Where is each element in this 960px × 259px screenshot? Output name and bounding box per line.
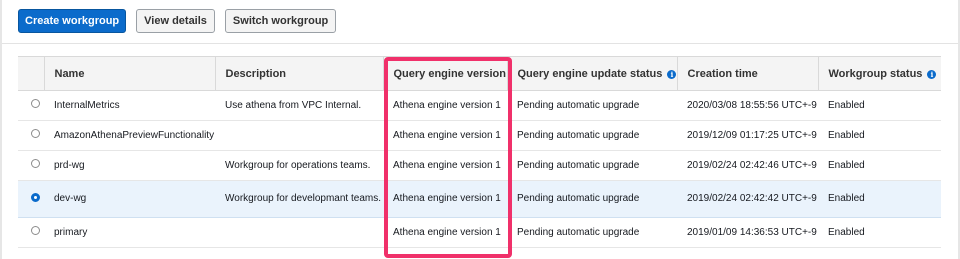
row-radio-button[interactable]: [31, 129, 40, 138]
creation-time: 2019/02/24 02:42:42 UTC+-9: [677, 180, 818, 218]
row-select-cell: [18, 120, 44, 151]
table-row[interactable]: dev-wg Workgroup for developmant teams. …: [18, 180, 941, 218]
row-radio-button[interactable]: [31, 99, 40, 108]
workgroup-name: dev-wg: [44, 180, 215, 218]
update-status: Pending automatic upgrade: [507, 90, 677, 121]
panel-border-left: [0, 0, 2, 259]
workgroup-name: AmazonAthenaPreviewFunctionality: [44, 120, 215, 151]
select-column-header: [18, 56, 45, 91]
workgroup-status: Enabled: [818, 90, 941, 121]
engine-version: Athena engine version 1: [383, 120, 507, 151]
row-radio-button[interactable]: [31, 192, 40, 202]
update-status-header-label: Query engine update status: [517, 67, 663, 80]
workgroup-status: Enabled: [818, 150, 941, 181]
workgroup-description: Workgroup for developmant teams.: [215, 180, 383, 218]
info-icon[interactable]: i: [927, 69, 937, 79]
create-workgroup-button[interactable]: Create workgroup: [18, 9, 127, 33]
update-status: Pending automatic upgrade: [507, 150, 677, 181]
table-row[interactable]: AmazonAthenaPreviewFunctionality Athena …: [18, 120, 941, 151]
workgroup-name: primary: [44, 217, 215, 248]
workgroup-status: Enabled: [818, 180, 941, 218]
workgroup-description: Workgroup for operations teams.: [215, 150, 383, 181]
row-select-cell: [18, 90, 44, 121]
toolbar: Create workgroup View details Switch wor…: [18, 9, 337, 33]
update-status: Pending automatic upgrade: [507, 120, 677, 151]
creation-time: 2020/03/08 18:55:56 UTC+-9: [677, 90, 818, 121]
creation-time: 2019/12/09 01:17:25 UTC+-9: [677, 120, 818, 151]
switch-workgroup-button[interactable]: Switch workgroup: [224, 9, 337, 33]
update-status: Pending automatic upgrade: [507, 217, 677, 248]
name-column-header[interactable]: Name: [44, 56, 216, 91]
workgroup-status: Enabled: [818, 217, 941, 248]
workgroup-status: Enabled: [818, 120, 941, 151]
workgroup-name: InternalMetrics: [44, 90, 215, 121]
description-column-header[interactable]: Description: [215, 56, 384, 91]
workgroups-panel: Create workgroup View details Switch wor…: [0, 0, 960, 259]
creation-time: 2019/01/09 14:36:53 UTC+-9: [677, 217, 818, 248]
view-details-button[interactable]: View details: [136, 9, 215, 33]
row-radio-button[interactable]: [31, 226, 40, 235]
row-select-cell: [18, 217, 44, 248]
table-header-row: Name Description Query engine version Qu…: [18, 56, 941, 91]
toolbar-divider: [2, 43, 958, 44]
update-status-column-header[interactable]: Query engine update status i: [507, 56, 678, 91]
creation-time-column-header[interactable]: Creation time: [677, 56, 819, 91]
workgroup-status-column-header[interactable]: Workgroup status i: [818, 56, 941, 91]
table-row[interactable]: prd-wg Workgroup for operations teams. A…: [18, 150, 941, 181]
engine-version: Athena engine version 1: [383, 217, 507, 248]
row-select-cell: [18, 150, 44, 181]
info-icon[interactable]: i: [667, 69, 677, 79]
workgroups-table: Name Description Query engine version Qu…: [18, 56, 941, 248]
workgroup-status-header-label: Workgroup status: [828, 67, 923, 80]
engine-version: Athena engine version 1: [383, 180, 507, 218]
engine-version: Athena engine version 1: [383, 150, 507, 181]
creation-time: 2019/02/24 02:42:46 UTC+-9: [677, 150, 818, 181]
workgroup-name: prd-wg: [44, 150, 215, 181]
row-radio-button[interactable]: [31, 159, 40, 168]
workgroup-description: Use athena from VPC Internal.: [215, 90, 383, 121]
update-status: Pending automatic upgrade: [507, 180, 677, 218]
workgroup-description: [215, 217, 383, 248]
engine-version: Athena engine version 1: [383, 90, 507, 121]
table-row[interactable]: primary Athena engine version 1 Pending …: [18, 217, 941, 248]
row-select-cell: [18, 180, 44, 218]
engine-version-column-header[interactable]: Query engine version: [383, 56, 508, 91]
workgroup-description: [215, 120, 383, 151]
table-row[interactable]: InternalMetrics Use athena from VPC Inte…: [18, 90, 941, 121]
